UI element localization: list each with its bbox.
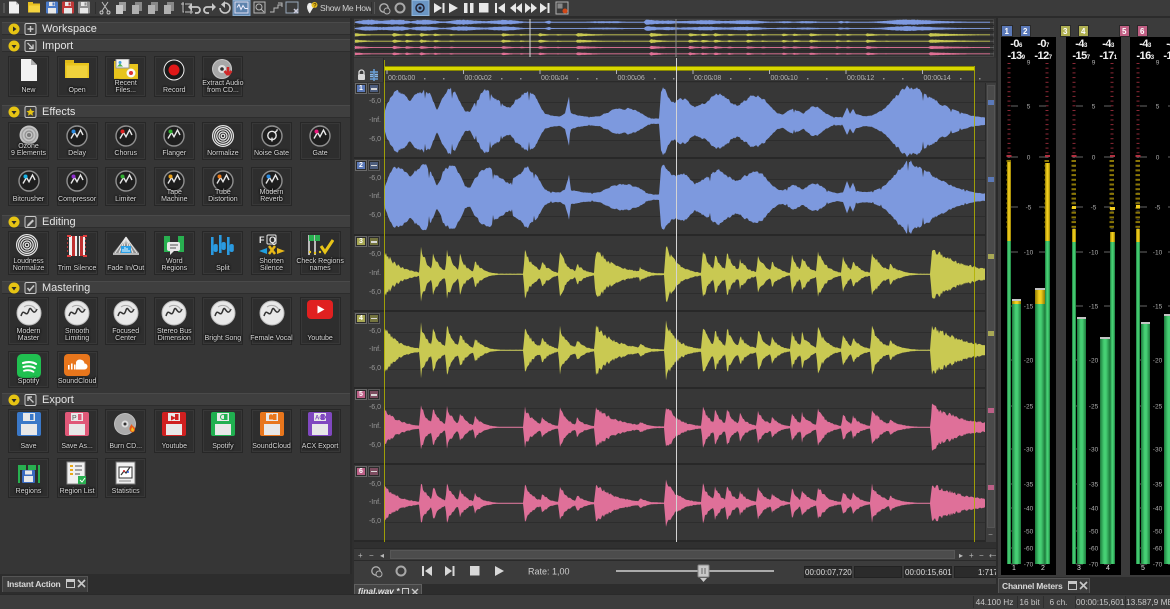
svg-text:-10: -10 bbox=[1024, 250, 1034, 257]
svg-text:-35: -35 bbox=[1024, 482, 1034, 489]
svg-text:−: − bbox=[369, 551, 374, 560]
svg-text:5: 5 bbox=[1027, 104, 1031, 111]
svg-text:-30: -30 bbox=[1153, 447, 1163, 454]
svg-text:-40: -40 bbox=[1024, 506, 1034, 513]
svg-text:00:00:10: 00:00:10 bbox=[771, 75, 798, 82]
svg-text:-20: -20 bbox=[1024, 358, 1034, 365]
svg-text:9: 9 bbox=[1027, 60, 1031, 67]
svg-text:-5: -5 bbox=[1091, 205, 1097, 212]
svg-text:Rate: 1,00: Rate: 1,00 bbox=[528, 567, 570, 577]
svg-text:Show Me How: Show Me How bbox=[320, 3, 373, 13]
svg-text:-50: -50 bbox=[1024, 529, 1034, 536]
svg-text:+: + bbox=[358, 551, 363, 560]
svg-text:-40: -40 bbox=[1089, 506, 1099, 513]
svg-text:-60: -60 bbox=[1024, 546, 1034, 553]
svg-text:5: 5 bbox=[1092, 104, 1096, 111]
svg-text:?: ? bbox=[313, 4, 317, 10]
svg-text:-50: -50 bbox=[1089, 529, 1099, 536]
svg-text:00:00:08: 00:00:08 bbox=[694, 75, 721, 82]
svg-text:-20: -20 bbox=[1153, 358, 1163, 365]
svg-text:-35: -35 bbox=[1089, 482, 1099, 489]
svg-text:-15: -15 bbox=[1089, 304, 1099, 311]
svg-text:−: − bbox=[979, 551, 984, 560]
svg-text:Q: Q bbox=[269, 235, 276, 245]
svg-text:-20: -20 bbox=[1089, 358, 1099, 365]
svg-text:00:00:14: 00:00:14 bbox=[924, 75, 951, 82]
svg-text:-50: -50 bbox=[1153, 529, 1163, 536]
svg-text:◂: ◂ bbox=[380, 551, 384, 560]
svg-text:-25: -25 bbox=[1153, 404, 1163, 411]
svg-text:-40: -40 bbox=[1153, 506, 1163, 513]
svg-text:-60: -60 bbox=[1089, 546, 1099, 553]
svg-text:5: 5 bbox=[1156, 104, 1160, 111]
svg-text:-5: -5 bbox=[1026, 205, 1032, 212]
svg-text:0: 0 bbox=[1156, 155, 1160, 162]
svg-text:-35: -35 bbox=[1153, 482, 1163, 489]
svg-text:9: 9 bbox=[1092, 60, 1096, 67]
svg-text:00:00:06: 00:00:06 bbox=[618, 75, 645, 82]
svg-text:-15: -15 bbox=[1024, 304, 1034, 311]
svg-text:-15: -15 bbox=[1153, 304, 1163, 311]
svg-text:-25: -25 bbox=[1024, 404, 1034, 411]
svg-text:+: + bbox=[969, 551, 974, 560]
svg-text:0: 0 bbox=[1092, 155, 1096, 162]
svg-text:0: 0 bbox=[1027, 155, 1031, 162]
svg-text:-60: -60 bbox=[1153, 546, 1163, 553]
svg-text:-30: -30 bbox=[1024, 447, 1034, 454]
svg-text:00:00:04: 00:00:04 bbox=[541, 75, 568, 82]
svg-text:00:00:12: 00:00:12 bbox=[847, 75, 874, 82]
svg-text:00:00:00: 00:00:00 bbox=[388, 75, 415, 82]
svg-text:00:00:02: 00:00:02 bbox=[465, 75, 492, 82]
svg-text:-5: -5 bbox=[1155, 205, 1161, 212]
svg-text:-25: -25 bbox=[1089, 404, 1099, 411]
svg-text:-30: -30 bbox=[1089, 447, 1099, 454]
svg-text:▸: ▸ bbox=[959, 551, 963, 560]
svg-text:P: P bbox=[72, 415, 77, 422]
svg-text:-10: -10 bbox=[1089, 250, 1099, 257]
svg-text:F: F bbox=[259, 235, 265, 245]
svg-text:ACX: ACX bbox=[315, 416, 328, 422]
svg-text:9: 9 bbox=[1156, 60, 1160, 67]
svg-text:-10: -10 bbox=[1153, 250, 1163, 257]
